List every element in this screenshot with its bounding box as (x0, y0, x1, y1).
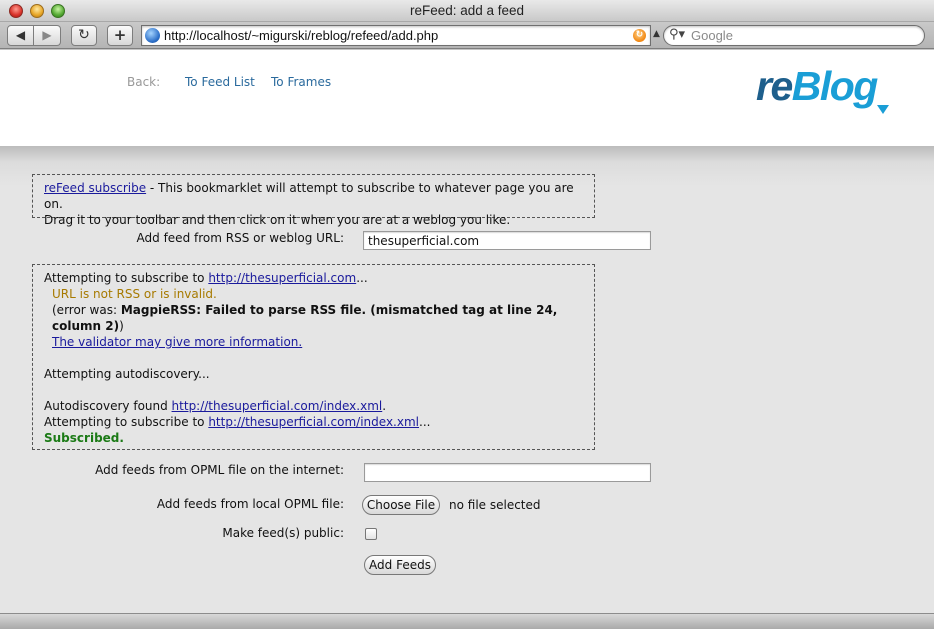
forward-button[interactable]: ▶ (34, 25, 61, 46)
logo-blog: Blog (791, 63, 879, 109)
search-icon[interactable]: ⚲▾ (669, 27, 685, 42)
make-public-checkbox[interactable] (365, 528, 377, 540)
chevron-up-icon[interactable]: ▲ (653, 29, 660, 39)
discovered-feed-link[interactable]: http://thesuperficial.com/index.xml (172, 399, 383, 413)
search-field[interactable]: ⚲▾ Google (663, 25, 925, 46)
add-bookmark-button[interactable]: + (107, 25, 133, 46)
forward-arrow-icon: ▶ (42, 28, 52, 42)
make-public-label: Make feed(s) public: (222, 526, 344, 540)
window-bottom-bar (0, 613, 934, 629)
autodiscovery-line: Attempting autodiscovery... (44, 367, 210, 381)
reload-icon: ↻ (78, 27, 90, 43)
window-title: reFeed: add a feed (409, 3, 525, 18)
file-status: no file selected (449, 498, 541, 512)
subscribed-status: Subscribed. (44, 431, 124, 445)
add-feeds-button[interactable]: Add Feeds (364, 555, 436, 575)
opml-url-input[interactable] (364, 463, 651, 482)
error-message: MagpieRSS: Failed to parse RSS file. (mi… (52, 303, 558, 333)
subscription-status-log: Attempting to subscribe to http://thesup… (32, 264, 595, 450)
choose-file-button[interactable]: Choose File (362, 495, 440, 515)
browser-toolbar: ◀ ▶ ↻ + http://localhost/~migurski/reblo… (0, 22, 934, 49)
nav-back-label: Back: (127, 75, 161, 89)
rss-icon[interactable]: ↻ (633, 29, 646, 42)
status-line: Attempting to subscribe to http://thesup… (44, 271, 368, 285)
validator-link[interactable]: The validator may give more information. (52, 335, 302, 349)
back-button[interactable]: ◀ (7, 25, 34, 46)
search-placeholder: Google (691, 28, 733, 43)
address-bar[interactable]: http://localhost/~migurski/reblog/refeed… (141, 25, 651, 46)
invalid-url-warning: URL is not RSS or is invalid. (52, 287, 217, 301)
reload-button[interactable]: ↻ (71, 25, 97, 46)
error-detail: (error was: MagpieRSS: Failed to parse R… (52, 303, 558, 333)
autodiscovery-result: Autodiscovery found http://thesuperficia… (44, 399, 387, 413)
opml-url-label: Add feeds from OPML file on the internet… (95, 463, 344, 477)
to-feed-list-link[interactable]: To Feed List (185, 75, 255, 89)
status-line-2: Attempting to subscribe to http://thesup… (44, 415, 431, 429)
reblog-logo: reBlog (756, 63, 879, 109)
subscribed-feed-link[interactable]: http://thesuperficial.com/index.xml (208, 415, 419, 429)
page-header: Back: To Feed List To Frames reBlog (0, 50, 934, 146)
logo-arrow-icon (877, 105, 889, 114)
attempted-url-link[interactable]: http://thesuperficial.com (208, 271, 356, 285)
title-bar: reFeed: add a feed (0, 0, 934, 22)
logo-re: re (756, 63, 793, 109)
add-feed-url-label: Add feed from RSS or weblog URL: (136, 231, 344, 245)
bookmarklet-instructions: Drag it to your toolbar and then click o… (44, 213, 511, 227)
refeed-subscribe-bookmarklet[interactable]: reFeed subscribe (44, 181, 146, 195)
feed-url-input[interactable]: thesuperficial.com (363, 231, 651, 250)
url-text[interactable]: http://localhost/~migurski/reblog/refeed… (164, 28, 438, 43)
back-arrow-icon: ◀ (15, 28, 26, 42)
plus-icon: + (113, 26, 127, 44)
globe-icon (145, 28, 160, 43)
to-frames-link[interactable]: To Frames (271, 75, 331, 89)
bookmarklet-box: reFeed subscribe - This bookmarklet will… (32, 174, 595, 227)
local-opml-label: Add feeds from local OPML file: (156, 497, 344, 511)
